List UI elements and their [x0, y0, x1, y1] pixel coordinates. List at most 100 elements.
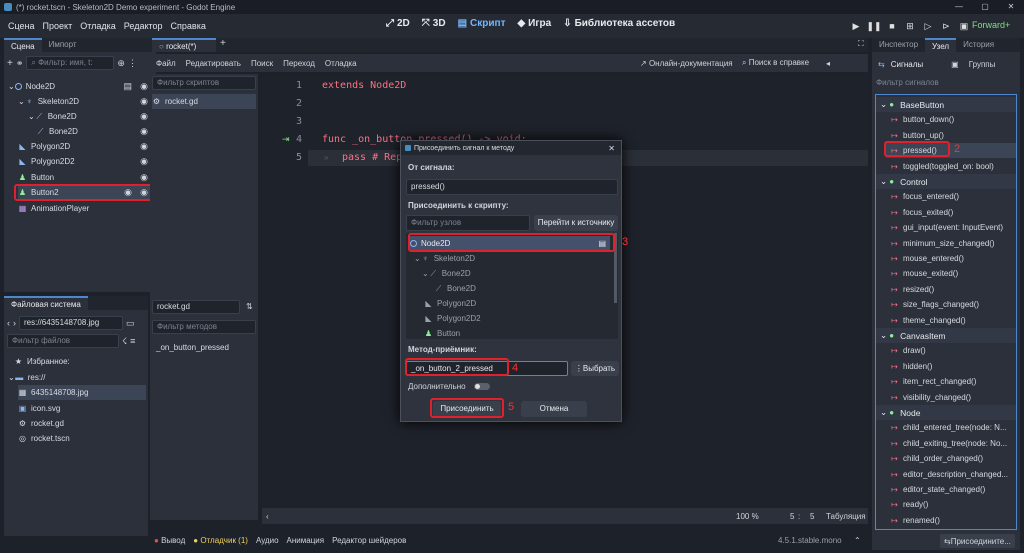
- workspace-2d[interactable]: ⤢ 2D: [380, 18, 416, 29]
- signal-item[interactable]: ↦ draw(): [886, 343, 1016, 358]
- eye-icon[interactable]: ◉: [140, 81, 148, 92]
- renderer-select[interactable]: Forward+: [972, 20, 1010, 30]
- methods-filter-input[interactable]: Фильтр методов: [152, 320, 256, 334]
- pick-method-button[interactable]: ⋮ Выбрать: [571, 361, 619, 376]
- workspace-3d[interactable]: ⤧ 3D: [416, 18, 452, 29]
- maximize-button[interactable]: ▢: [972, 0, 998, 14]
- menu-project[interactable]: Проект: [43, 21, 73, 31]
- files-filter-input[interactable]: Фильтр файлов: [7, 334, 119, 348]
- workspace-asset-library[interactable]: ⇩ Библиотека ассетов: [557, 18, 681, 29]
- file-item-rocket-tscn[interactable]: ◎ rocket.tscn: [18, 431, 70, 446]
- eye-icon[interactable]: ◉: [140, 96, 148, 107]
- signal-item[interactable]: ↦ visibility_changed(): [886, 390, 1016, 405]
- signal-item[interactable]: ↦ item_rect_changed(): [886, 374, 1016, 389]
- tab-inspector[interactable]: Инспектор: [872, 38, 925, 52]
- workspace-game[interactable]: ◆ Игра: [511, 18, 557, 29]
- rss-icon[interactable]: ☇: [122, 336, 127, 347]
- eye-icon[interactable]: ◉: [140, 126, 148, 137]
- tab-rocket-script[interactable]: ○ rocket(*): [152, 38, 216, 52]
- signal-category[interactable]: ⌄ ● Control: [876, 174, 1016, 189]
- file-item-jpg[interactable]: ▦ 6435148708.jpg: [18, 385, 146, 400]
- tree-node-animationplayer[interactable]: ▦ AnimationPlayer: [18, 201, 154, 216]
- signal-category[interactable]: ⌄ ● BaseButton: [876, 97, 1016, 112]
- sort-icon[interactable]: ⇅: [246, 302, 253, 311]
- signals-filter-input[interactable]: Фильтр сигналов: [876, 78, 939, 87]
- res-root[interactable]: ⌄ ▬ res://: [8, 370, 45, 385]
- menu-scene[interactable]: Сцена: [8, 21, 35, 31]
- sort-icon[interactable]: ≡: [130, 336, 135, 346]
- menu-debug[interactable]: Отладка: [80, 21, 116, 31]
- tab-animation[interactable]: Анимация: [287, 536, 325, 545]
- close-button[interactable]: ✕: [998, 0, 1024, 14]
- workspace-script[interactable]: ▤ Скрипт: [452, 18, 512, 29]
- panel-expand-icon[interactable]: ⌃: [854, 536, 861, 545]
- tree-node-polygon2d2[interactable]: ◣ Polygon2D2 ◉: [18, 154, 154, 169]
- signal-item[interactable]: ↦ mouse_exited(): [886, 266, 1016, 281]
- menu-file[interactable]: Файл: [156, 59, 176, 68]
- add-node-icon[interactable]: +: [7, 58, 13, 69]
- search-help-button[interactable]: ⌕ Поиск в справке: [742, 58, 809, 68]
- remote-debug-icon[interactable]: ⊞: [902, 18, 918, 34]
- minimize-button[interactable]: —: [946, 0, 972, 14]
- stop-icon[interactable]: ■: [884, 18, 900, 34]
- online-docs-link[interactable]: ↗ Онлайн-документация: [640, 59, 733, 68]
- tab-shader-editor[interactable]: Редактор шейдеров: [332, 536, 406, 545]
- tree-node-polygon2d[interactable]: ◣ Polygon2D ◉: [18, 139, 154, 154]
- file-item-rocket-gd[interactable]: ⚙ rocket.gd: [18, 416, 64, 431]
- forward-icon[interactable]: ›: [13, 318, 16, 328]
- signal-item[interactable]: ↦ toggled(toggled_on: bool): [886, 159, 1016, 174]
- signal-item[interactable]: ↦ mouse_entered(): [886, 251, 1016, 266]
- tab-signals[interactable]: Сигналы: [891, 60, 923, 69]
- tab-scene[interactable]: Сцена: [4, 38, 42, 52]
- signal-item[interactable]: ↦ minimum_size_changed(): [886, 236, 1016, 251]
- signal-item[interactable]: ↦ button_down(): [886, 112, 1016, 127]
- fullscreen-icon[interactable]: ⛶: [858, 39, 864, 49]
- tab-output[interactable]: ● Вывод: [154, 536, 185, 545]
- pause-icon[interactable]: ❚❚: [866, 18, 882, 34]
- method-list-item[interactable]: _on_button_pressed: [156, 340, 229, 355]
- menu-goto[interactable]: Переход: [283, 59, 315, 68]
- tree-node-node2d[interactable]: ⌄ Node2D ▤ ◉: [8, 79, 154, 94]
- split-view-icon[interactable]: ▭: [126, 318, 135, 329]
- nodes-filter-input[interactable]: Фильтр узлов: [406, 215, 530, 231]
- file-item-icon-svg[interactable]: ▣ icon.svg: [18, 401, 61, 416]
- scene-filter-input[interactable]: ⌕ Фильтр: имя, t:: [26, 56, 115, 70]
- signal-category[interactable]: ⌄ ● Node: [876, 405, 1016, 420]
- eye-icon[interactable]: ◉: [140, 141, 148, 152]
- scripts-filter-input[interactable]: Фильтр скриптов: [152, 76, 256, 90]
- zoom-level[interactable]: 100 %: [736, 512, 759, 521]
- signal-item[interactable]: ↦ theme_changed(): [886, 313, 1016, 328]
- tree-node-bone2d-child[interactable]: ⟋ Bone2D ◉: [36, 124, 154, 139]
- tab-filesystem[interactable]: Файловая система: [4, 296, 88, 310]
- filesystem-path-input[interactable]: res://6435148708.jpg: [19, 316, 123, 330]
- signal-item[interactable]: ↦ editor_description_changed...: [886, 467, 1016, 482]
- play-icon[interactable]: ▶: [848, 18, 864, 34]
- back-icon[interactable]: ‹: [7, 318, 10, 328]
- menu-search[interactable]: Поиск: [251, 59, 273, 68]
- connect-signal-button[interactable]: ⇆ Присоедините...: [940, 534, 1015, 548]
- signal-item[interactable]: ↦ focus_entered(): [886, 189, 1016, 204]
- signal-item[interactable]: ↦ child_order_changed(): [886, 451, 1016, 466]
- link-icon[interactable]: ⚭: [16, 58, 24, 69]
- tab-history[interactable]: История: [956, 38, 1001, 52]
- eye-icon[interactable]: ◉: [140, 156, 148, 167]
- play-custom-icon[interactable]: ⊳: [938, 18, 954, 34]
- tree-node-bone2d[interactable]: ⌄ ⟋ Bone2D ◉: [28, 109, 154, 124]
- menu-debug[interactable]: Отладка: [325, 59, 357, 68]
- tab-groups[interactable]: Группы: [969, 60, 996, 69]
- indent-mode[interactable]: Табуляция: [826, 512, 866, 521]
- script-list-item[interactable]: ⚙ rocket.gd: [152, 94, 256, 109]
- signal-item[interactable]: ↦ renamed(): [886, 513, 1016, 528]
- movie-maker-icon[interactable]: ▣: [956, 18, 972, 34]
- tab-import[interactable]: Импорт: [42, 38, 84, 52]
- menu-dots-icon[interactable]: ⋮: [128, 58, 137, 69]
- signal-category[interactable]: ⌄ ● CanvasItem: [876, 328, 1016, 343]
- script-icon[interactable]: ▤: [123, 81, 132, 92]
- connected-signal-icon[interactable]: ⇥: [282, 134, 290, 145]
- tab-debugger[interactable]: ● Отладчик (1): [193, 536, 248, 545]
- signal-item[interactable]: ↦ hidden(): [886, 359, 1016, 374]
- toggle-scripts-icon[interactable]: ‹: [266, 512, 269, 521]
- tree-node-skeleton2d[interactable]: ⌄ ♆ Skeleton2D ◉: [18, 94, 154, 109]
- menu-help[interactable]: Справка: [171, 21, 206, 31]
- go-to-source-button[interactable]: Перейти к источнику: [534, 215, 618, 231]
